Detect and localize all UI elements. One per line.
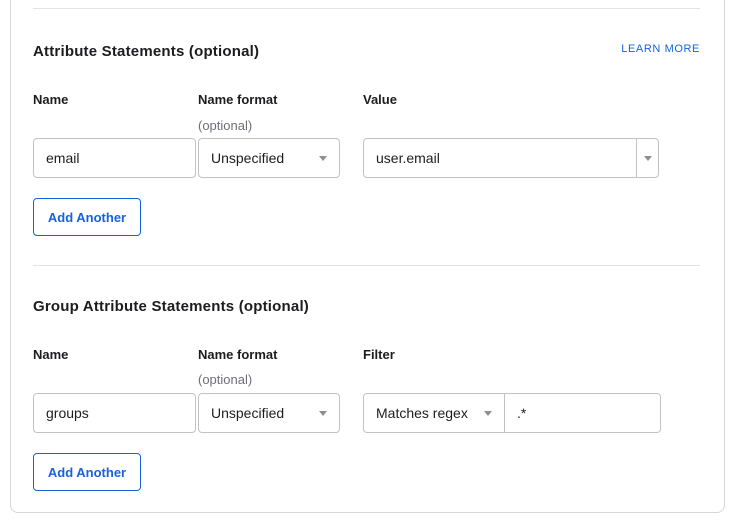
chevron-down-icon (644, 156, 652, 161)
col-header-value: Value (363, 92, 397, 107)
learn-more-link[interactable]: LEARN MORE (621, 43, 700, 55)
group-name-format-select[interactable]: Unspecified (198, 393, 340, 433)
add-another-group-attribute-button[interactable]: Add Another (33, 453, 141, 491)
add-another-attribute-button[interactable]: Add Another (33, 198, 141, 236)
saml-settings-panel-area: Attribute Statements (optional) LEARN MO… (0, 0, 737, 530)
col-subheader-optional: (optional) (198, 372, 252, 387)
group-filter-value-input[interactable] (504, 393, 661, 433)
settings-card (10, 0, 725, 513)
attribute-name-format-select[interactable]: Unspecified (198, 138, 340, 178)
attribute-name-format-selected-value: Unspecified (211, 150, 284, 166)
chevron-down-icon (319, 411, 327, 416)
col-header-name: Name (33, 347, 68, 362)
group-attribute-name-input[interactable] (33, 393, 196, 433)
attribute-statements-title: Attribute Statements (optional) (33, 43, 259, 60)
col-header-name-format: Name format (198, 347, 277, 362)
group-filter-type-select[interactable]: Matches regex (363, 393, 505, 433)
chevron-down-icon (484, 411, 492, 416)
col-header-name: Name (33, 92, 68, 107)
attribute-name-input[interactable] (33, 138, 196, 178)
group-filter-type-selected-value: Matches regex (376, 405, 468, 421)
attribute-value-input[interactable] (364, 139, 636, 177)
col-header-name-format: Name format (198, 92, 277, 107)
chevron-down-icon (319, 156, 327, 161)
attribute-value-combo (363, 138, 659, 178)
col-header-filter: Filter (363, 347, 395, 362)
group-name-format-selected-value: Unspecified (211, 405, 284, 421)
section-divider-top (33, 8, 700, 9)
attribute-value-dropdown-button[interactable] (636, 139, 658, 177)
group-attribute-statements-title: Group Attribute Statements (optional) (33, 298, 309, 315)
section-divider-middle (33, 265, 700, 266)
col-subheader-optional: (optional) (198, 118, 252, 133)
